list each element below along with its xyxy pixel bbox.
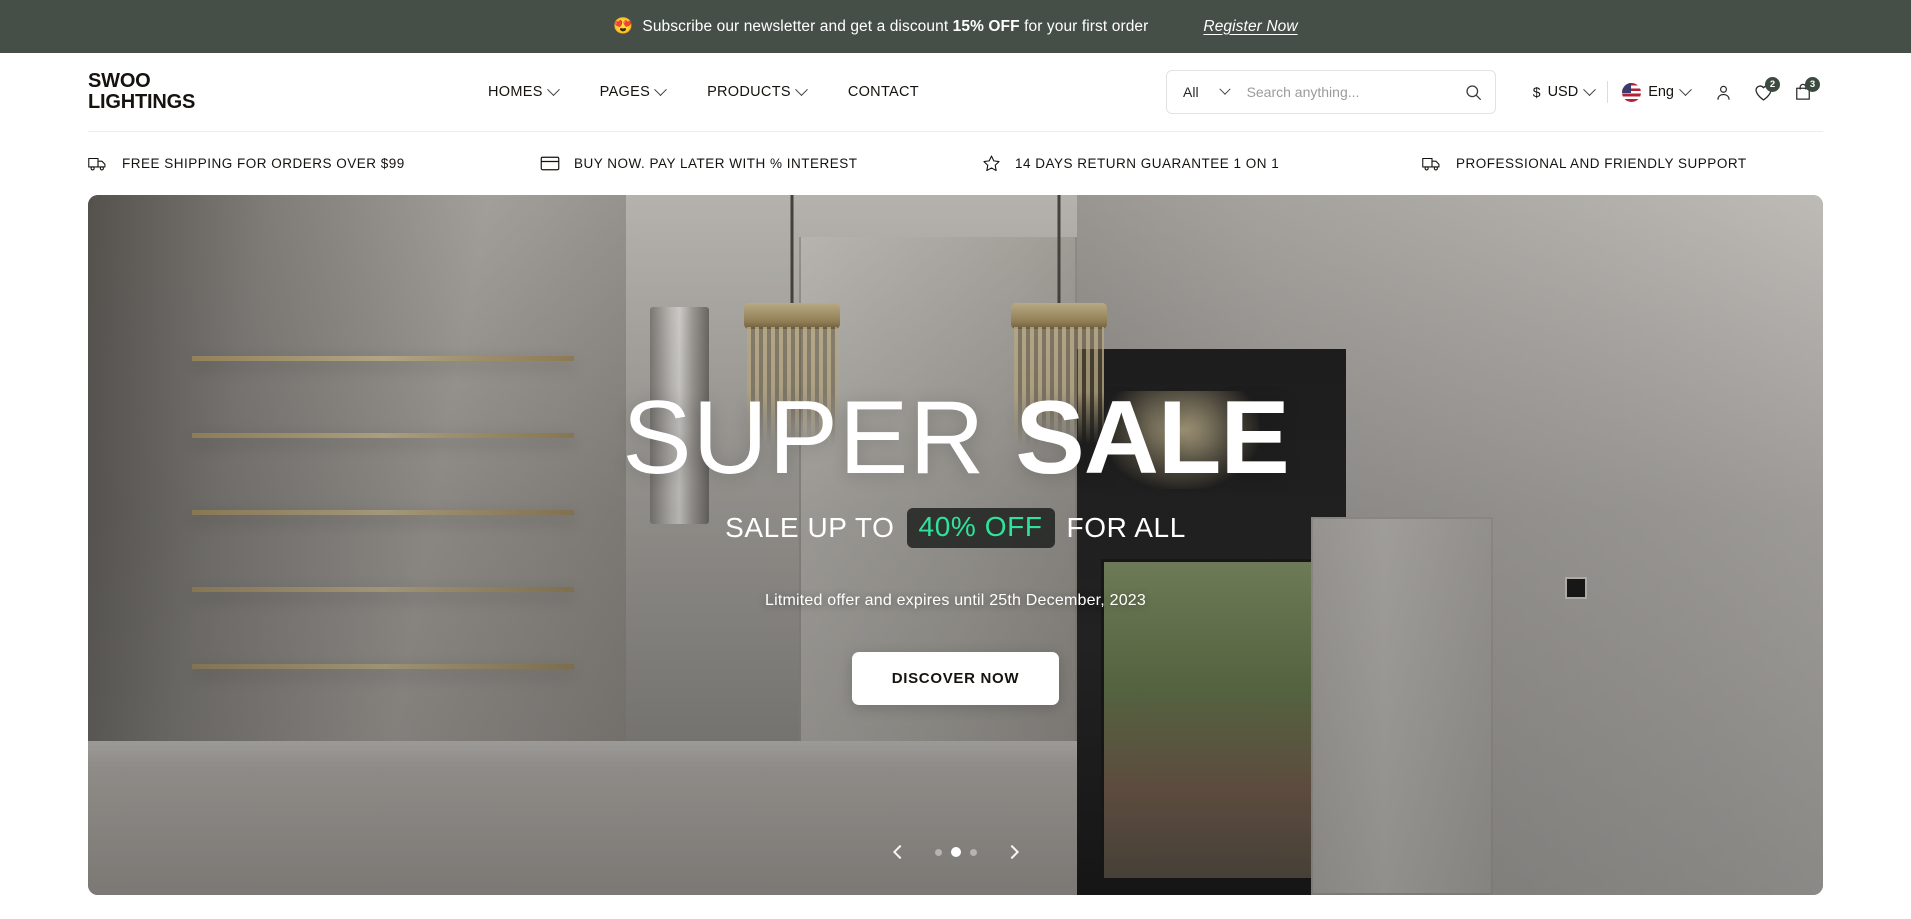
feature-support: PROFESSIONAL AND FRIENDLY SUPPORT	[1422, 155, 1747, 172]
carousel-dots	[934, 847, 977, 857]
cart-count-badge: 3	[1805, 77, 1820, 92]
hero-slider: SUPER SALE SALE UP TO 40% OFF FOR ALL Li…	[88, 195, 1823, 895]
hero-title: SUPER SALE	[622, 386, 1290, 490]
nav-label-homes: HOMES	[488, 84, 543, 100]
chevron-down-icon	[546, 82, 560, 96]
currency-selector[interactable]: $ USD	[1532, 82, 1607, 100]
search-icon	[1465, 84, 1481, 100]
promo-text-after: for your first order	[1019, 17, 1149, 35]
currency-symbol: $	[1532, 84, 1541, 100]
us-flag-icon	[1622, 82, 1642, 102]
feature-label: PROFESSIONAL AND FRIENDLY SUPPORT	[1456, 156, 1747, 171]
feature-label: FREE SHIPPING FOR ORDERS OVER $99	[122, 156, 405, 171]
logo-line-1: SWOO	[88, 70, 151, 92]
carousel-prev-button[interactable]	[887, 839, 913, 865]
nav-item-contact[interactable]: CONTACT	[848, 84, 919, 100]
hero-content: SUPER SALE SALE UP TO 40% OFF FOR ALL Li…	[88, 195, 1823, 895]
feature-buy-now-pay-later: BUY NOW. PAY LATER WITH % INTEREST	[540, 155, 982, 172]
feature-return-guarantee: 14 DAYS RETURN GUARANTEE 1 ON 1	[982, 154, 1422, 173]
feature-label: BUY NOW. PAY LATER WITH % INTEREST	[574, 156, 858, 171]
chevron-down-icon	[794, 82, 808, 96]
promo-highlight: 15% OFF	[952, 17, 1020, 35]
currency-label: USD	[1547, 84, 1579, 100]
site-header: SWOO LIGHTINGS HOMES PAGES PRODUCTS CONT…	[0, 53, 1911, 131]
carousel-dot[interactable]	[934, 848, 942, 856]
chevron-down-icon	[1583, 82, 1597, 96]
hero-title-bold: SALE	[1015, 379, 1289, 496]
truck-icon	[88, 157, 106, 171]
discover-now-button[interactable]: DISCOVER NOW	[851, 651, 1060, 705]
chevron-down-icon	[1218, 83, 1231, 95]
register-now-link[interactable]: Register Now	[1203, 18, 1297, 36]
logo-line-2: LIGHTINGS	[88, 91, 196, 113]
feature-label: 14 DAYS RETURN GUARANTEE 1 ON 1	[1015, 156, 1280, 171]
hero-subtitle: SALE UP TO 40% OFF FOR ALL	[725, 507, 1186, 548]
chevron-down-icon	[1679, 82, 1692, 96]
hero-offer-note: Litmited offer and expires until 25th De…	[765, 591, 1146, 609]
chevron-right-icon	[1004, 844, 1019, 860]
search-input[interactable]	[1242, 84, 1451, 100]
nav-label-products: PRODUCTS	[707, 84, 791, 100]
chevron-left-icon	[892, 844, 907, 860]
cart-button[interactable]: 3	[1783, 72, 1823, 112]
main-navigation: HOMES PAGES PRODUCTS CONTACT	[488, 82, 919, 100]
account-button[interactable]	[1703, 72, 1743, 112]
site-logo[interactable]: SWOO LIGHTINGS	[88, 71, 348, 113]
nav-label-pages: PAGES	[599, 84, 651, 100]
hero-sub-before: SALE UP TO	[725, 511, 895, 543]
user-icon	[1716, 85, 1730, 100]
search-category-select[interactable]: All	[1167, 71, 1243, 113]
promo-banner: 😍 Subscribe our newsletter and get a dis…	[0, 0, 1911, 53]
nav-label-contact: CONTACT	[847, 84, 919, 100]
heart-eyes-emoji: 😍	[613, 17, 634, 35]
hero-sub-after: FOR ALL	[1066, 511, 1186, 543]
language-label: Eng	[1648, 84, 1674, 100]
header-actions: $ USD Eng 2 3	[1533, 72, 1823, 112]
search-bar: All	[1166, 70, 1496, 114]
carousel-dot[interactable]	[969, 848, 977, 856]
chevron-down-icon	[654, 82, 667, 96]
carousel-next-button[interactable]	[999, 839, 1025, 865]
truck-icon	[1422, 157, 1440, 171]
features-strip: FREE SHIPPING FOR ORDERS OVER $99 BUY NO…	[0, 132, 1911, 195]
nav-item-products[interactable]: PRODUCTS	[707, 82, 808, 100]
search-category-value: All	[1183, 84, 1199, 100]
language-selector[interactable]: Eng	[1608, 82, 1703, 102]
wishlist-count-badge: 2	[1765, 77, 1780, 92]
promo-message: Subscribe our newsletter and get a disco…	[642, 18, 1148, 36]
carousel-dot-active[interactable]	[950, 847, 961, 857]
nav-item-pages[interactable]: PAGES	[599, 82, 667, 100]
hero-title-thin: SUPER	[622, 379, 986, 496]
promo-text-before: Subscribe our newsletter and get a disco…	[642, 17, 953, 35]
credit-card-icon	[540, 156, 560, 171]
wishlist-button[interactable]: 2	[1743, 72, 1783, 112]
search-button[interactable]	[1451, 71, 1495, 113]
star-icon	[983, 155, 1000, 172]
hero-discount-badge: 40% OFF	[906, 507, 1055, 548]
hero-carousel-controls	[887, 839, 1025, 865]
feature-free-shipping: FREE SHIPPING FOR ORDERS OVER $99	[88, 155, 540, 172]
nav-item-homes[interactable]: HOMES	[488, 82, 560, 100]
